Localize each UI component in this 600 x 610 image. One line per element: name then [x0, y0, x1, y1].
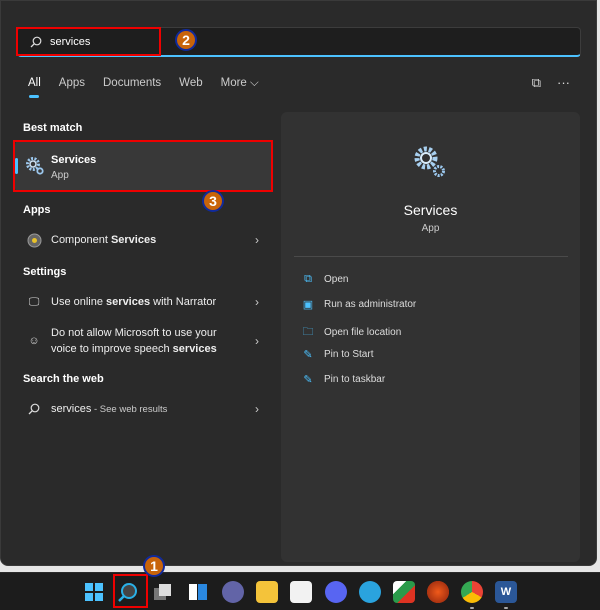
- tab-documents[interactable]: Documents: [103, 77, 161, 90]
- item-text-bold: services: [172, 343, 217, 355]
- section-best-match: Best match: [23, 122, 83, 134]
- item-text-bold: services: [106, 296, 151, 308]
- pin-icon: ✎: [303, 349, 313, 361]
- section-apps: Apps: [23, 204, 51, 216]
- speech-icon: ☺: [28, 335, 40, 347]
- more-options-button[interactable]: ···: [557, 75, 570, 91]
- discord-icon[interactable]: [325, 581, 347, 603]
- web-suffix: - See web results: [91, 404, 168, 415]
- action-label: Run as administrator: [324, 299, 417, 310]
- item-text: Use online: [51, 296, 107, 308]
- teams-chat-icon[interactable]: [222, 581, 244, 603]
- action-label: Open: [324, 274, 349, 285]
- chevron-right-icon: ›: [255, 233, 259, 247]
- section-search-web: Search the web: [23, 373, 104, 385]
- chevron-right-icon: ›: [255, 295, 259, 309]
- preview-title: Services: [403, 202, 458, 218]
- highlight-search-taskbar: [113, 574, 148, 608]
- action-label: Pin to taskbar: [324, 374, 386, 385]
- action-run-as-admin[interactable]: ▣ Run as administrator: [301, 298, 416, 311]
- admin-icon: ▣: [302, 299, 314, 311]
- chevron-right-icon: ›: [255, 402, 259, 416]
- action-open[interactable]: ⧉ Open: [301, 273, 348, 286]
- item-text: Do not allow Microsoft to use your: [51, 327, 217, 339]
- chat-connect-icon[interactable]: ⧉: [532, 75, 541, 91]
- section-settings: Settings: [23, 266, 67, 278]
- gears-icon: [414, 146, 445, 177]
- item-text: voice to improve speech: [51, 343, 173, 355]
- task-view-icon[interactable]: [152, 581, 174, 603]
- tab-more[interactable]: More ⌵: [221, 77, 259, 90]
- app-flame-icon[interactable]: [427, 581, 449, 603]
- action-open-file-location[interactable]: 🗀 Open file location: [301, 323, 402, 342]
- running-indicator: [504, 607, 508, 609]
- taskbar: W: [0, 572, 600, 610]
- item-text: with Narrator: [150, 296, 217, 308]
- item-text: Component: [51, 234, 111, 246]
- windows-start-icon[interactable]: [83, 581, 105, 603]
- word-icon[interactable]: W: [495, 581, 517, 603]
- chevron-right-icon: ›: [255, 334, 259, 348]
- tab-apps[interactable]: Apps: [59, 77, 85, 90]
- action-pin-taskbar[interactable]: ✎ Pin to taskbar: [301, 373, 385, 386]
- tab-all[interactable]: All: [28, 77, 41, 98]
- tab-web[interactable]: Web: [179, 77, 202, 90]
- item-text-bold: Services: [110, 234, 157, 246]
- microsoft-store-icon[interactable]: [290, 581, 312, 603]
- highlight-search-box: [16, 27, 161, 56]
- annotation-badge-1: 1: [143, 555, 165, 577]
- list-item-web-search[interactable]: services - See web results ›: [15, 399, 273, 419]
- divider: [294, 256, 568, 257]
- filter-tabs: All Apps Documents Web More ⌵: [28, 77, 259, 98]
- component-services-icon: [25, 231, 43, 249]
- annotation-badge-2: 2: [175, 29, 197, 51]
- list-item-narrator-services[interactable]: 🖵 Use online services with Narrator ›: [15, 292, 273, 312]
- highlight-best-match: [13, 140, 273, 192]
- widgets-icon[interactable]: [187, 581, 209, 603]
- narrator-icon: 🖵: [28, 295, 40, 308]
- list-item-speech-services[interactable]: ☺ Do not allow Microsoft to use your voic…: [15, 324, 273, 358]
- folder-icon: 🗀: [302, 326, 314, 338]
- action-label: Open file location: [324, 327, 402, 338]
- search-window: services All Apps Documents Web More ⌵ ⧉…: [0, 0, 597, 566]
- file-explorer-icon[interactable]: [256, 581, 278, 603]
- chrome-icon[interactable]: [461, 581, 483, 603]
- open-icon: ⧉: [304, 273, 312, 285]
- annotation-badge-3: 3: [202, 190, 224, 212]
- action-label: Pin to Start: [324, 349, 374, 360]
- web-query: services: [51, 403, 92, 415]
- telegram-icon[interactable]: [359, 581, 381, 603]
- preview-subtitle: App: [421, 223, 440, 234]
- pin-icon: ✎: [303, 374, 313, 386]
- preview-panel: Services App ⧉ Open ▣ Run as administrator…: [281, 112, 580, 562]
- list-item-component-services[interactable]: Component Services ›: [15, 230, 273, 250]
- search-icon: [25, 400, 43, 418]
- action-pin-start[interactable]: ✎ Pin to Start: [301, 348, 373, 361]
- running-indicator: [470, 607, 474, 609]
- app-red-green-icon[interactable]: [393, 581, 415, 603]
